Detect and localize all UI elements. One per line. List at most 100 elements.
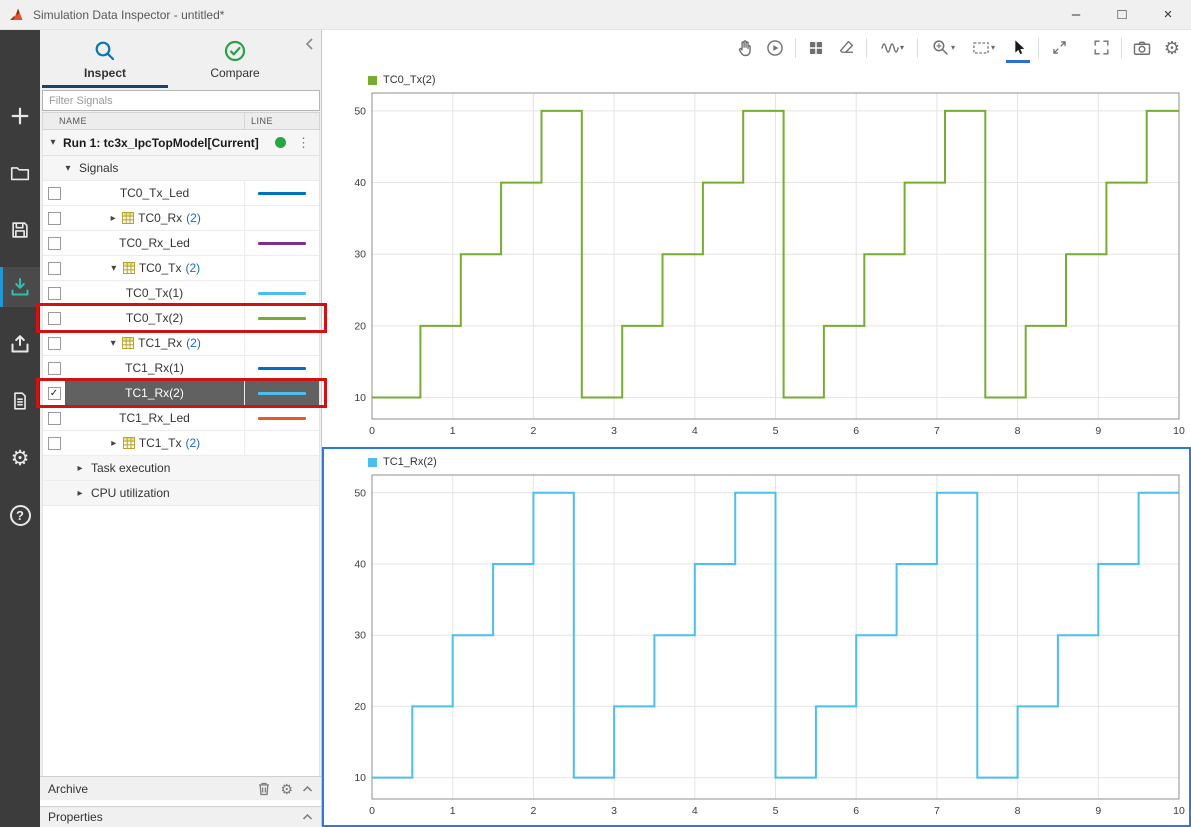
column-header-line[interactable]: LINE	[244, 113, 319, 129]
preferences-button[interactable]: ⚙	[0, 438, 40, 478]
run-status-dot	[275, 137, 286, 148]
line-style-swatch[interactable]	[258, 391, 306, 395]
zoom-region-button[interactable]: ▾	[963, 33, 1003, 63]
tree-row-tc0-rx-led[interactable]: TC0_Rx_Led	[43, 231, 319, 256]
maximize-axes-button[interactable]	[1044, 33, 1074, 63]
tree-row-tc0-tx-1[interactable]: TC0_Tx(1)	[43, 281, 319, 306]
tree-row-tc1-rx-1[interactable]: TC1_Rx(1)	[43, 356, 319, 381]
zoom-button[interactable]: ▾	[923, 33, 963, 63]
fullscreen-button[interactable]	[1086, 33, 1116, 63]
properties-collapse-button[interactable]	[302, 813, 313, 821]
line-style-swatch[interactable]	[258, 366, 306, 370]
archive-collapse-button[interactable]	[302, 785, 313, 793]
signal-checkbox[interactable]: ✓	[47, 386, 61, 400]
plot-toolbar: ▾ ▾ ▾ ⚙	[322, 30, 1191, 65]
help-button[interactable]: ?	[0, 495, 40, 535]
tree-row-tc1-rx-2[interactable]: ✓ TC1_Rx(2)	[43, 381, 319, 406]
tree-row-tc0-tx-2[interactable]: TC0_Tx(2)	[43, 306, 319, 331]
svg-text:3: 3	[611, 425, 617, 437]
signal-count-link[interactable]: (2)	[186, 211, 201, 225]
minimize-button[interactable]: –	[1053, 0, 1099, 29]
tree-row-tc0-rx[interactable]: ▸ TC0_Rx (2)	[43, 206, 319, 231]
export-button[interactable]	[0, 324, 40, 364]
expand-arrow-icon[interactable]: ▸	[109, 438, 119, 449]
open-button[interactable]	[0, 153, 40, 193]
save-button[interactable]	[0, 210, 40, 250]
signal-checkbox[interactable]	[47, 411, 61, 425]
line-style-swatch[interactable]	[258, 316, 306, 320]
expand-arrow-icon[interactable]: ▸	[108, 213, 118, 224]
tab-compare[interactable]: Compare	[170, 30, 300, 88]
delete-archive-button[interactable]	[257, 781, 271, 796]
app-toolbar: ⚙ ?	[0, 30, 40, 827]
close-button[interactable]: ×	[1145, 0, 1191, 29]
svg-text:30: 30	[354, 249, 366, 261]
sidebar: Inspect Compare NAME LINE ▾ Run 1: tc3x_…	[40, 30, 322, 827]
signal-count-link[interactable]: (2)	[186, 436, 201, 450]
plot-panel-bottom[interactable]: TC1_Rx(2) 0 1 2 3 4 5 6 7 8 9 10 10 20 30 40 50	[322, 447, 1191, 827]
create-report-button[interactable]	[0, 381, 40, 421]
gear-icon: ⚙	[10, 446, 30, 470]
signal-checkbox[interactable]	[47, 261, 61, 275]
line-style-swatch[interactable]	[258, 291, 306, 295]
tree-row-tc0-tx[interactable]: ▾ TC0_Tx (2)	[43, 256, 319, 281]
signal-count-link[interactable]: (2)	[186, 261, 201, 275]
pan-button[interactable]	[730, 33, 760, 63]
fullscreen-brackets-icon	[1093, 40, 1109, 55]
eraser-icon	[839, 40, 853, 53]
signal-checkbox[interactable]	[47, 436, 61, 450]
svg-text:2: 2	[530, 425, 536, 437]
signal-checkbox[interactable]	[47, 336, 61, 350]
expand-arrow-icon[interactable]: ▸	[75, 488, 85, 499]
line-style-swatch[interactable]	[258, 191, 306, 195]
visualization-settings-button[interactable]: ⚙	[1157, 33, 1187, 63]
archive-label: Archive	[48, 781, 89, 796]
collapse-arrow-icon[interactable]: ▾	[63, 163, 73, 174]
archive-bar[interactable]: Archive ⚙	[40, 776, 321, 800]
search-icon	[95, 41, 115, 60]
run-menu-button[interactable]: ⋮	[297, 135, 310, 151]
tab-inspect[interactable]: Inspect	[40, 30, 170, 88]
replay-button[interactable]	[760, 33, 790, 63]
expand-arrow-icon[interactable]: ▸	[75, 463, 85, 474]
step-chart[interactable]: 0 1 2 3 4 5 6 7 8 9 10 10 20 30 40 50	[324, 67, 1189, 445]
tree-row-signals[interactable]: ▾ Signals	[43, 156, 319, 181]
clear-subplots-button[interactable]	[831, 33, 861, 63]
column-header-name[interactable]: NAME	[43, 116, 244, 126]
signal-checkbox[interactable]	[47, 236, 61, 250]
tree-row-task-execution[interactable]: ▸ Task execution	[43, 456, 319, 481]
tree-row-cpu-utilization[interactable]: ▸ CPU utilization	[43, 481, 319, 506]
tree-row-tc1-rx-led[interactable]: TC1_Rx_Led	[43, 406, 319, 431]
tree-row-tc1-tx[interactable]: ▸ TC1_Tx (2)	[43, 431, 319, 456]
collapse-sidebar-button[interactable]	[304, 37, 316, 54]
plot-legend: TC1_Rx(2)	[368, 456, 437, 468]
signal-count-link[interactable]: (2)	[186, 336, 201, 350]
line-style-button[interactable]: ▾	[872, 33, 912, 63]
tree-row-tc1-rx[interactable]: ▾ TC1_Rx (2)	[43, 331, 319, 356]
archive-settings-button[interactable]: ⚙	[280, 782, 293, 796]
pointer-button[interactable]	[1003, 33, 1033, 63]
subplot-layout-button[interactable]	[801, 33, 831, 63]
line-style-swatch[interactable]	[258, 241, 306, 245]
import-button[interactable]	[0, 267, 40, 307]
maximize-button[interactable]: □	[1099, 0, 1145, 29]
line-style-swatch[interactable]	[258, 416, 306, 420]
plot-panel-top[interactable]: TC0_Tx(2) 0 1 2 3 4 5 6 7 8 9 10 10 20 30 40 50	[322, 65, 1191, 447]
signal-checkbox[interactable]	[47, 311, 61, 325]
run-collapse-arrow-icon[interactable]: ▾	[48, 137, 58, 148]
collapse-arrow-icon[interactable]: ▾	[109, 263, 119, 274]
properties-bar[interactable]: Properties	[40, 806, 321, 827]
step-chart[interactable]: 0 1 2 3 4 5 6 7 8 9 10 10 20 30 40 50	[324, 449, 1189, 825]
signal-checkbox[interactable]	[47, 211, 61, 225]
region-select-icon	[973, 41, 989, 54]
signal-checkbox[interactable]	[47, 186, 61, 200]
tree-row-tc0-tx-led[interactable]: TC0_Tx_Led	[43, 181, 319, 206]
signal-checkbox[interactable]	[47, 286, 61, 300]
filter-signals-input[interactable]	[42, 90, 320, 111]
signal-checkbox[interactable]	[47, 361, 61, 375]
collapse-arrow-icon[interactable]: ▾	[108, 338, 118, 349]
add-button[interactable]	[0, 96, 40, 136]
run-row[interactable]: ▾ Run 1: tc3x_IpcTopModel[Current] ⋮	[43, 130, 319, 156]
properties-label: Properties	[48, 810, 103, 824]
snapshot-button[interactable]	[1127, 33, 1157, 63]
